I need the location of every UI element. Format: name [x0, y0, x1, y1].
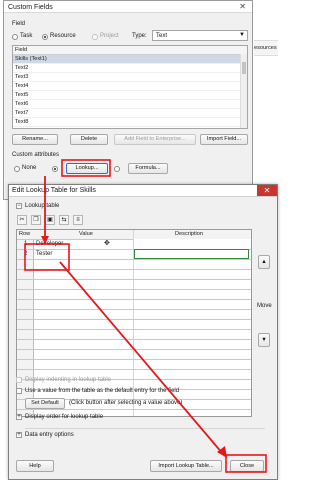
display-order-label: Display order for lookup table [25, 414, 104, 420]
radio-none[interactable] [14, 166, 20, 172]
background-app-strip: esources [254, 40, 278, 56]
row-number: 2 [24, 251, 28, 257]
radio-task[interactable] [12, 34, 18, 40]
scroll-thumb[interactable] [242, 62, 246, 74]
collapse-lookup-icon[interactable]: − [16, 203, 22, 209]
radio-project-label: Project [100, 33, 119, 39]
row-number: 1 [24, 241, 28, 247]
field-list-header: Field [13, 46, 247, 55]
field-list[interactable]: Field Skills (Text1) Text2 Text3 Text4 T… [12, 45, 248, 129]
arrow-up-icon: ▲ [261, 259, 267, 265]
lookup-titlebar: Edit Lookup Table for Skills ✕ [9, 185, 277, 197]
radio-lookup[interactable] [52, 166, 58, 172]
lookup-section-label: Lookup table [25, 203, 60, 209]
help-button[interactable]: Help [16, 460, 54, 472]
radio-formula[interactable] [114, 166, 120, 172]
cursor-icon: ✥ [104, 240, 110, 247]
delete-button[interactable]: Delete [70, 134, 108, 145]
list-item[interactable]: Text4 [13, 82, 247, 91]
move-up-button[interactable]: ▲ [258, 255, 270, 269]
list-item[interactable]: Text5 [13, 91, 247, 100]
column-header-value: Value [79, 231, 93, 237]
type-dropdown-value: Text [156, 33, 168, 39]
custom-attributes-label: Custom attributes [12, 152, 60, 158]
chevron-down-icon: ▼ [239, 32, 245, 38]
set-default-hint: (Click button after selecting a value ab… [69, 400, 183, 406]
radio-resource[interactable] [42, 34, 48, 40]
delete-row-icon[interactable]: ≡ [73, 215, 83, 225]
section-divider [25, 428, 265, 429]
use-default-label: Use a value from the table as the defaul… [25, 388, 180, 394]
radio-resource-label: Resource [50, 33, 76, 39]
add-to-enterprise-button[interactable]: Add Field to Enterprise... [114, 134, 196, 145]
formula-button[interactable]: Formula... [128, 163, 168, 174]
display-indent-label: Display indenting in lookup table [25, 377, 112, 383]
set-default-button[interactable]: Set Default [25, 398, 65, 409]
row-value: Tester [36, 251, 53, 257]
close-icon[interactable]: ✕ [239, 2, 246, 11]
column-header-description: Description [175, 231, 203, 237]
titlebar-close-button[interactable]: ✕ [257, 185, 277, 196]
radio-none-label: None [22, 165, 37, 171]
field-section-label: Field [12, 21, 26, 27]
radio-project[interactable] [92, 34, 98, 40]
list-item[interactable]: Skills (Text1) [13, 55, 247, 64]
list-item[interactable]: Text2 [13, 64, 247, 73]
copy-icon[interactable]: ❐ [31, 215, 41, 225]
move-down-button[interactable]: ▼ [258, 333, 270, 347]
background-header-text: esources [254, 45, 277, 51]
row-value: Developer [36, 241, 64, 247]
column-header-row: Row [19, 231, 31, 237]
close-icon: ✕ [263, 186, 271, 195]
expand-display-order-icon[interactable]: + [16, 414, 22, 420]
edit-lookup-dialog: Edit Lookup Table for Skills ✕ − Lookup … [8, 184, 278, 480]
move-label: Move [257, 303, 272, 309]
list-item[interactable]: Text8 [13, 118, 247, 127]
lookup-button[interactable]: Lookup... [66, 163, 108, 174]
list-item[interactable]: Text7 [13, 109, 247, 118]
lookup-title: Edit Lookup Table for Skills [12, 187, 96, 194]
custom-fields-title: Custom Fields [8, 4, 53, 11]
insert-row-icon[interactable]: ⇆ [59, 215, 69, 225]
field-list-scrollbar[interactable] [240, 54, 247, 128]
list-item[interactable]: Text6 [13, 100, 247, 109]
list-item[interactable]: Text3 [13, 73, 247, 82]
import-lookup-table-button[interactable]: Import Lookup Table... [150, 460, 222, 472]
import-field-button[interactable]: Import Field... [200, 134, 248, 145]
rename-button[interactable]: Rename... [12, 134, 58, 145]
custom-fields-dialog: Custom Fields ✕ Field Task Resource Proj… [3, 0, 253, 200]
arrow-down-icon: ▼ [261, 337, 267, 343]
cut-icon[interactable]: ✂ [17, 215, 27, 225]
close-button[interactable]: Close [230, 460, 264, 472]
display-indent-checkbox[interactable] [16, 377, 22, 383]
paste-icon[interactable]: ▣ [45, 215, 55, 225]
expand-data-entry-icon[interactable]: + [16, 432, 22, 438]
type-dropdown[interactable]: Text ▼ [152, 30, 248, 41]
radio-task-label: Task [20, 33, 33, 39]
data-entry-label: Data entry options [25, 432, 74, 438]
custom-fields-titlebar: Custom Fields ✕ [4, 1, 252, 13]
description-cell[interactable] [134, 239, 251, 249]
active-description-cell[interactable] [134, 249, 249, 259]
type-label: Type: [132, 33, 147, 39]
use-default-checkbox[interactable] [16, 388, 22, 394]
